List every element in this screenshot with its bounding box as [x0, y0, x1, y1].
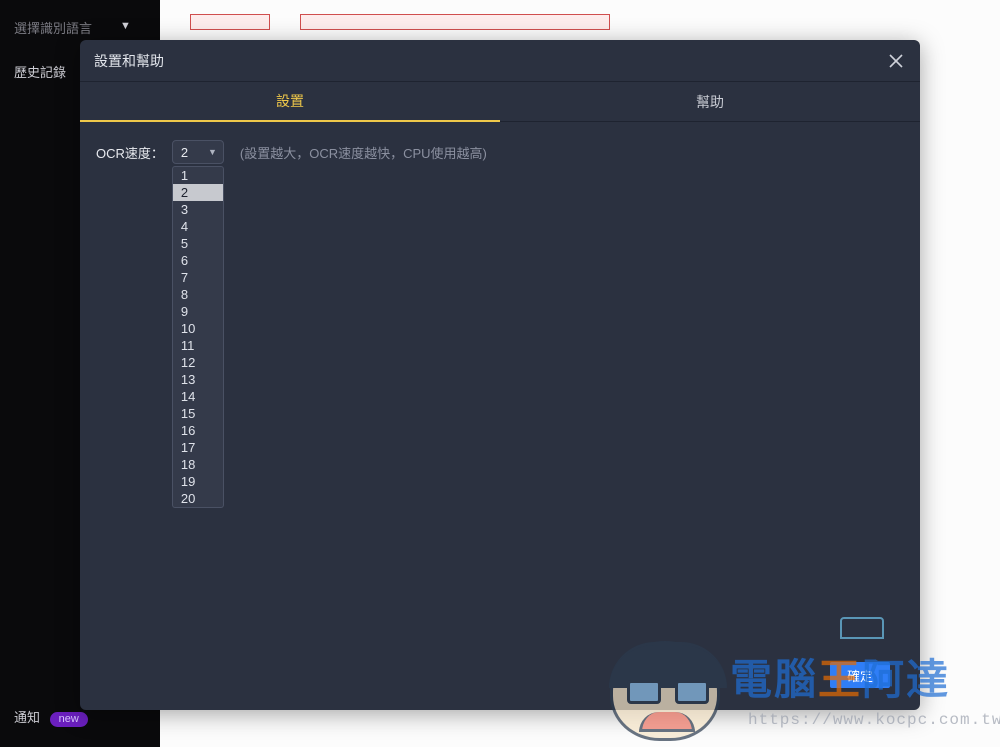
dropdown-option[interactable]: 15 — [173, 405, 223, 422]
dropdown-option[interactable]: 19 — [173, 473, 223, 490]
tab-settings[interactable]: 設置 — [80, 82, 500, 122]
dropdown-option[interactable]: 20 — [173, 490, 223, 507]
select-button[interactable]: 2 ▼ — [172, 140, 224, 164]
dropdown-option[interactable]: 12 — [173, 354, 223, 371]
dropdown-option[interactable]: 18 — [173, 456, 223, 473]
dropdown-option[interactable]: 11 — [173, 337, 223, 354]
modal-tabs: 設置 幫助 — [80, 82, 920, 122]
tab-help[interactable]: 幫助 — [500, 82, 920, 121]
modal-overlay: 設置和幫助 設置 幫助 OCR速度： 2 ▼ 12345678910111213… — [0, 0, 1000, 747]
dropdown-option[interactable]: 8 — [173, 286, 223, 303]
dropdown-option[interactable]: 13 — [173, 371, 223, 388]
ocr-speed-dropdown[interactable]: 1234567891011121314151617181920 — [172, 166, 224, 508]
dropdown-option[interactable]: 14 — [173, 388, 223, 405]
caret-down-icon: ▼ — [208, 147, 223, 157]
dropdown-option[interactable]: 9 — [173, 303, 223, 320]
ocr-speed-hint: (設置越大，OCR速度越快，CPU使用越高) — [240, 143, 487, 162]
dropdown-option[interactable]: 5 — [173, 235, 223, 252]
dropdown-option[interactable]: 10 — [173, 320, 223, 337]
ocr-speed-label: OCR速度： — [96, 143, 164, 162]
dropdown-option[interactable]: 2 — [173, 184, 223, 201]
dropdown-option[interactable]: 17 — [173, 439, 223, 456]
modal-title: 設置和幫助 — [94, 51, 164, 71]
confirm-button[interactable]: 確定 — [830, 662, 890, 688]
modal-header: 設置和幫助 — [80, 40, 920, 82]
dropdown-option[interactable]: 7 — [173, 269, 223, 286]
dropdown-option[interactable]: 6 — [173, 252, 223, 269]
dropdown-option[interactable]: 4 — [173, 218, 223, 235]
settings-help-modal: 設置和幫助 設置 幫助 OCR速度： 2 ▼ 12345678910111213… — [80, 40, 920, 710]
close-icon[interactable] — [886, 51, 906, 71]
select-value: 2 — [173, 145, 202, 160]
modal-body: OCR速度： 2 ▼ 12345678910111213141516171819… — [80, 122, 920, 710]
dropdown-option[interactable]: 3 — [173, 201, 223, 218]
dropdown-option[interactable]: 16 — [173, 422, 223, 439]
dropdown-option[interactable]: 1 — [173, 167, 223, 184]
ocr-speed-select[interactable]: 2 ▼ 1234567891011121314151617181920 — [172, 140, 224, 164]
